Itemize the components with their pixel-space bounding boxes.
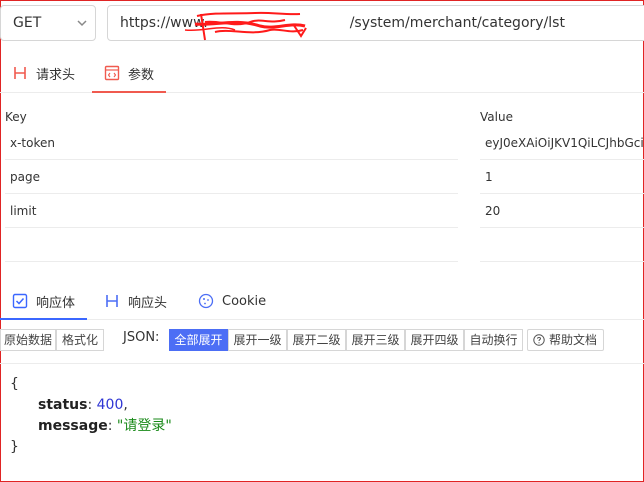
column-header-key: Key [5,110,27,124]
tab-cookie[interactable]: Cookie [198,283,266,319]
expand-level-3-button[interactable]: 展开三级 [346,329,405,351]
param-value-input[interactable] [480,229,644,262]
chevron-down-icon [77,20,87,27]
param-value-input[interactable]: 20 [480,195,644,228]
param-key-input[interactable]: x-token [5,127,458,160]
column-header-value: Value [480,110,513,124]
word-wrap-button[interactable]: 自动换行 [464,329,523,351]
param-key-input[interactable] [5,229,458,262]
response-tabs: 响应体 响应头 Cookie [0,283,644,320]
tab-label: Cookie [222,293,267,309]
json-open-brace: { [10,376,19,392]
divider [0,363,644,364]
tab-params[interactable]: 参数 [91,54,167,93]
json-label: JSON: [123,330,160,345]
expand-level-4-button[interactable]: 展开四级 [405,329,464,351]
json-key: message [38,418,108,434]
tab-label: 响应体 [36,295,76,311]
h-header-icon [106,295,118,307]
param-key-input[interactable]: limit [5,195,458,228]
h-header-icon [14,67,26,79]
redaction-scribble [184,11,307,41]
help-docs-button[interactable]: 帮助文档 [527,329,604,351]
tab-response-headers[interactable]: 响应头 [104,283,167,319]
expand-level-1-button[interactable]: 展开一级 [228,329,287,351]
cookie-icon [198,293,214,309]
param-value-input[interactable]: 1 [480,161,644,194]
checkbox-icon [12,293,28,309]
param-key-input[interactable]: page [5,161,458,194]
format-button[interactable]: 格式化 [56,329,104,351]
tab-label: 响应头 [128,295,168,311]
json-string-value: "请登录" [116,418,172,434]
json-number-value: 400 [96,397,124,413]
param-value-input[interactable]: eyJ0eXAiOiJKV1QiLCJhbGciO [480,127,644,160]
json-line: status: 400, [38,397,128,413]
help-circle-icon [533,334,545,346]
response-json-view: { status: 400, message: "请登录" } [10,374,172,458]
help-docs-label: 帮助文档 [549,333,598,347]
tab-label: 参数 [128,67,155,83]
params-icon [104,65,120,81]
raw-data-button[interactable]: 原始数据 [0,329,56,351]
expand-all-button[interactable]: 全部展开 [169,329,228,351]
method-value: GET [13,15,42,31]
expand-level-2-button[interactable]: 展开二级 [287,329,346,351]
json-close-brace: } [10,439,19,455]
json-line: message: "请登录" [38,418,172,434]
json-key: status [38,397,88,413]
tab-response-body[interactable]: 响应体 [0,283,88,320]
tab-request-headers[interactable]: 请求头 [12,54,75,92]
tab-label: 请求头 [36,67,76,83]
response-toolbar: 原始数据 格式化 JSON: 全部展开 展开一级 展开二级 展开三级 展开四级 … [0,329,644,353]
method-select[interactable]: GET [0,5,96,41]
url-path: /system/merchant/category/lst [349,15,565,31]
request-tabs: 请求头 参数 [0,54,644,93]
